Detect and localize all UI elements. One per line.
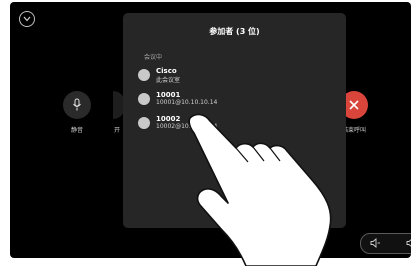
hand-pointer-icon [188, 113, 332, 266]
